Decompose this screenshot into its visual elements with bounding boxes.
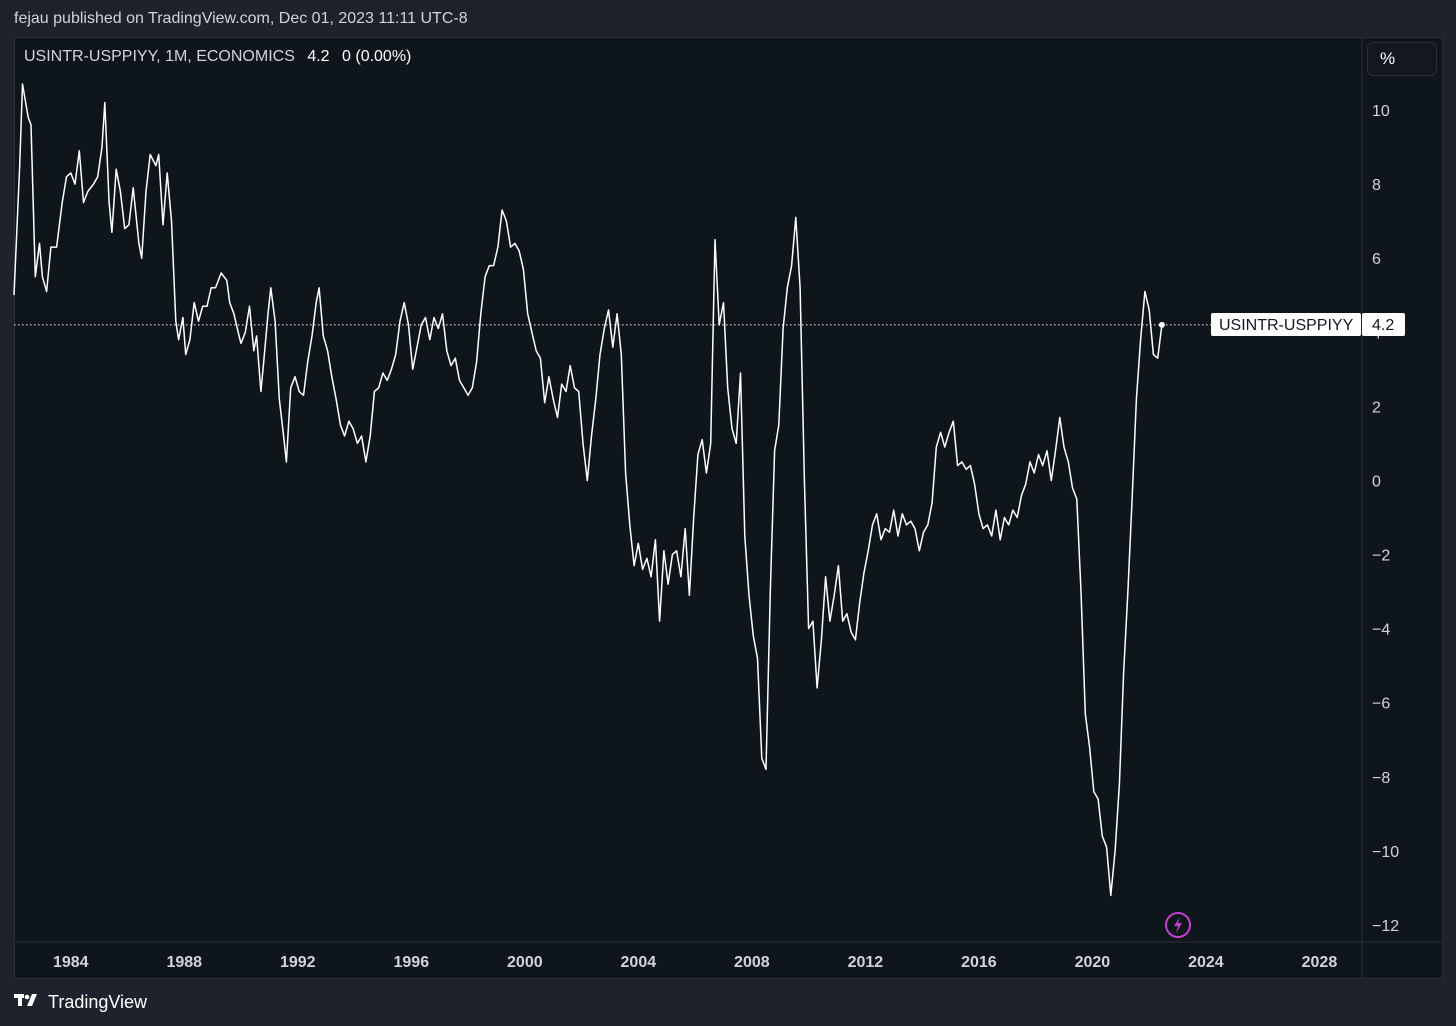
price-tick-label: −8 xyxy=(1372,770,1390,787)
time-tick-label: 2020 xyxy=(1075,954,1111,971)
symbol-info[interactable]: USINTR-USPPIYY, 1M, ECONOMICS xyxy=(24,48,295,65)
time-tick-label: 1996 xyxy=(394,954,430,971)
price-scale[interactable]: 1086420−2−4−6−8−10−12 xyxy=(1372,103,1399,935)
time-scale[interactable]: 1984 1988 1992 1996 2000 2004 2008 2012 2016 2020… xyxy=(53,954,1337,971)
price-tick-label: −2 xyxy=(1372,548,1390,565)
time-tick-label: 2028 xyxy=(1302,954,1338,971)
time-tick-label: 2012 xyxy=(848,954,884,971)
last-price-label: USINTR-USPPIYY 4.2 xyxy=(1211,313,1405,336)
footer-brand[interactable]: TradingView xyxy=(14,992,147,1013)
price-tick-label: 10 xyxy=(1372,103,1390,120)
last-value-dot xyxy=(1158,321,1165,328)
event-marker[interactable] xyxy=(1165,912,1191,938)
unit-selector[interactable]: % xyxy=(1367,42,1437,76)
lightning-icon xyxy=(1174,917,1182,933)
legend-last-value: 4.2 xyxy=(307,48,330,65)
time-tick-label: 1992 xyxy=(280,954,316,971)
time-tick-label: 1984 xyxy=(53,954,89,971)
brand-name: TradingView xyxy=(48,992,148,1012)
series-line xyxy=(13,83,1163,897)
time-tick-label: 2000 xyxy=(507,954,543,971)
price-tick-label: 2 xyxy=(1372,399,1381,416)
price-tick-label: 8 xyxy=(1372,177,1381,194)
legend-change: 0 (0.00%) xyxy=(342,48,412,65)
time-tick-label: 2004 xyxy=(621,954,657,971)
chart-canvas[interactable]: 1086420−2−4−6−8−10−12 198419881992199620… xyxy=(0,0,1456,1026)
tradingview-logo-icon xyxy=(14,992,42,1013)
chart-legend: USINTR-USPPIYY, 1M, ECONOMICS 4.2 0 (0.0… xyxy=(24,48,411,66)
last-value-label: 4.2 xyxy=(1372,317,1394,334)
price-tick-label: 6 xyxy=(1372,251,1381,268)
price-tick-label: −12 xyxy=(1372,918,1399,935)
time-tick-label: 2016 xyxy=(961,954,997,971)
time-tick-label: 2008 xyxy=(734,954,770,971)
price-tick-label: −10 xyxy=(1372,844,1399,861)
price-tick-label: −4 xyxy=(1372,622,1390,639)
time-tick-label: 1988 xyxy=(166,954,202,971)
series-name-label: USINTR-USPPIYY xyxy=(1219,317,1354,334)
time-tick-label: 2024 xyxy=(1188,954,1224,971)
price-tick-label: −6 xyxy=(1372,696,1390,713)
price-tick-label: 0 xyxy=(1372,473,1381,490)
